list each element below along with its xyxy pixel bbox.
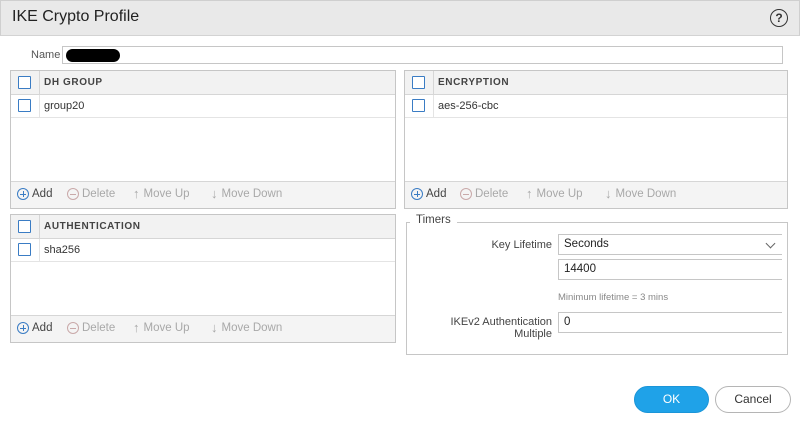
delete-icon [67,322,79,334]
dh-group-column-header: DH GROUP [44,77,103,88]
table-row[interactable]: sha256 [11,239,395,262]
authentication-value: sha256 [44,244,81,256]
add-icon [17,188,29,200]
delete-icon [460,188,472,200]
arrow-up-icon: ↑ [526,186,533,201]
move-down-button[interactable]: ↓ Move Down [211,186,282,201]
ikev2-auth-multiple-input[interactable]: 0 [558,312,782,333]
timers-legend: Timers [410,214,457,226]
dh-group-toolbar: Add Delete ↑ Move Up ↓ Move Down [11,181,395,208]
delete-button[interactable]: Delete [67,188,115,200]
add-icon [411,188,423,200]
header-checkbox-cell [405,71,434,94]
authentication-panel: AUTHENTICATION sha256 Add Delete ↑ Move U… [10,214,396,343]
encryption-value: aes-256-cbc [438,100,499,112]
authentication-header: AUTHENTICATION [11,215,395,239]
header-checkbox-cell [11,71,40,94]
row-checkbox-cell [405,95,434,117]
dh-group-select-all-checkbox[interactable] [18,76,31,89]
table-row[interactable]: aes-256-cbc [405,95,787,118]
dh-group-value: group20 [44,100,85,112]
ikev2-auth-multiple-label: IKEv2 Authentication Multiple [412,316,552,340]
ikev2-label-line2: Multiple [514,328,552,340]
move-down-button[interactable]: ↓ Move Down [605,186,676,201]
arrow-up-icon: ↑ [133,320,140,335]
help-icon[interactable]: ? [770,9,788,27]
arrow-up-icon: ↑ [133,186,140,201]
key-lifetime-value: 14400 [564,263,596,275]
name-label: Name [31,49,61,61]
authentication-column-header: AUTHENTICATION [44,221,141,232]
encryption-header: ENCRYPTION [405,71,787,95]
table-row[interactable]: group20 [11,95,395,118]
add-icon [17,322,29,334]
move-up-button[interactable]: ↑ Move Up [133,186,190,201]
move-down-button[interactable]: ↓ Move Down [211,320,282,335]
name-input[interactable] [62,46,783,64]
cancel-button[interactable]: Cancel [715,386,791,413]
dh-group-panel: DH GROUP group20 Add Delete ↑ Move Up ↓ Mo… [10,70,396,209]
dh-group-header: DH GROUP [11,71,395,95]
arrow-down-icon: ↓ [211,320,218,335]
ok-button[interactable]: OK [634,386,709,413]
add-button[interactable]: Add [17,188,52,200]
key-lifetime-unit-value: Seconds [564,238,609,250]
redacted-name-value [66,49,120,62]
encryption-column-header: ENCRYPTION [438,77,510,88]
add-button[interactable]: Add [411,188,446,200]
authentication-toolbar: Add Delete ↑ Move Up ↓ Move Down [11,315,395,342]
encryption-toolbar: Add Delete ↑ Move Up ↓ Move Down [405,181,787,208]
move-up-button[interactable]: ↑ Move Up [526,186,583,201]
key-lifetime-label: Key Lifetime [491,239,552,251]
key-lifetime-input[interactable]: 14400 [558,259,782,280]
encryption-select-all-checkbox[interactable] [412,76,425,89]
row-checkbox[interactable] [412,99,425,112]
ikev2-auth-multiple-value: 0 [564,316,571,328]
ikev2-label-line1: IKEv2 Authentication [450,316,552,328]
dialog-titlebar: IKE Crypto Profile ? [0,0,800,36]
dialog-title: IKE Crypto Profile [12,8,140,25]
row-checkbox[interactable] [18,99,31,112]
move-up-button[interactable]: ↑ Move Up [133,320,190,335]
key-lifetime-unit-select[interactable]: Seconds [558,234,782,255]
encryption-panel: ENCRYPTION aes-256-cbc Add Delete ↑ Move … [404,70,788,209]
header-checkbox-cell [11,215,40,238]
chevron-down-icon [765,238,776,249]
delete-icon [67,188,79,200]
arrow-down-icon: ↓ [211,186,218,201]
row-checkbox-cell [11,95,40,117]
delete-button[interactable]: Delete [460,188,508,200]
add-button[interactable]: Add [17,322,52,334]
delete-button[interactable]: Delete [67,322,115,334]
row-checkbox-cell [11,239,40,261]
arrow-down-icon: ↓ [605,186,612,201]
authentication-select-all-checkbox[interactable] [18,220,31,233]
key-lifetime-hint: Minimum lifetime = 3 mins [558,292,669,303]
row-checkbox[interactable] [18,243,31,256]
